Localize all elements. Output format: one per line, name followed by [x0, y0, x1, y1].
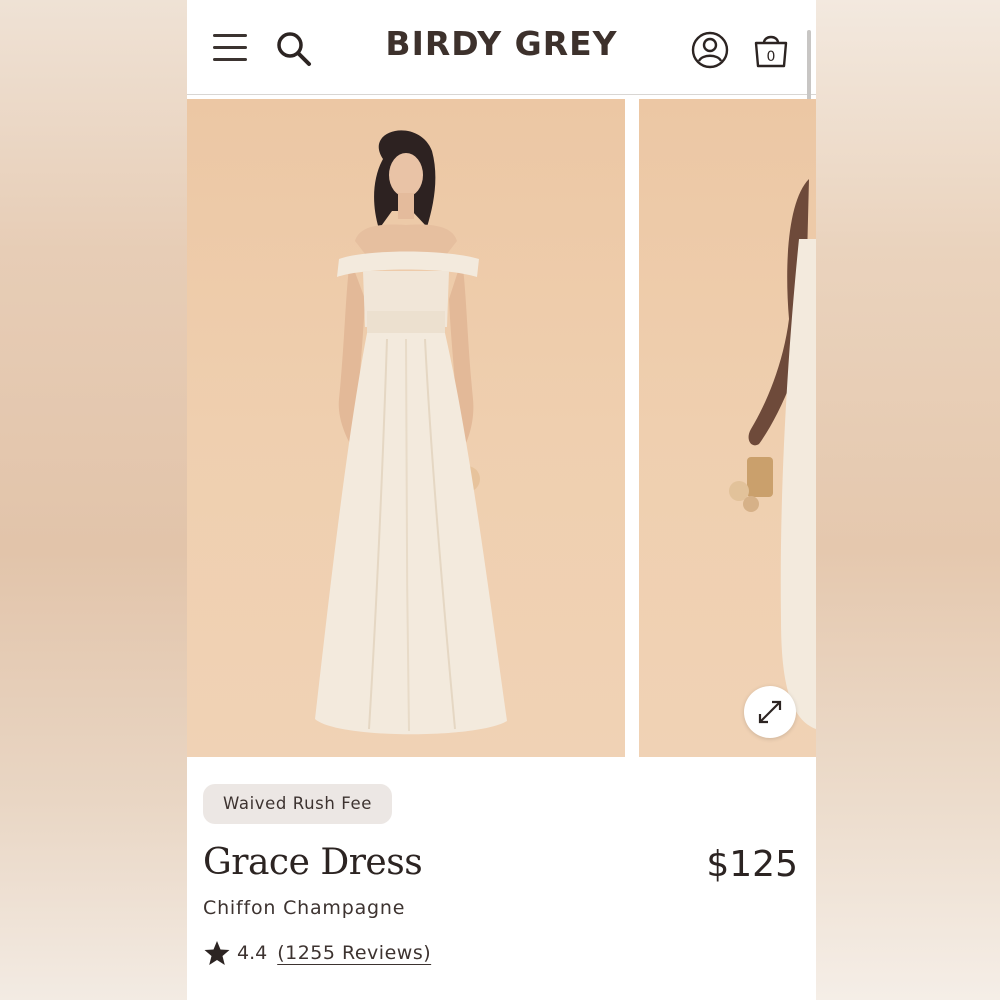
- shopping-bag-icon[interactable]: 0: [752, 30, 790, 70]
- top-navigation-bar: BIRDY GREY 0: [187, 0, 816, 145]
- rush-fee-badge: Waived Rush Fee: [203, 784, 392, 824]
- product-image-front[interactable]: [187, 99, 625, 757]
- reviews-link[interactable]: (1255 Reviews): [277, 942, 431, 964]
- mobile-screen: BIRDY GREY 0 Waived Rush Fee Grace Dress…: [187, 0, 816, 1000]
- expand-button[interactable]: [744, 686, 796, 738]
- blurred-background-left: [0, 0, 187, 1000]
- star-icon: [204, 941, 230, 965]
- menu-icon[interactable]: [213, 34, 249, 62]
- side-model-illustration: [729, 179, 816, 729]
- brand-logo[interactable]: BIRDY GREY: [355, 24, 648, 63]
- product-color: Chiffon Champagne: [203, 897, 406, 919]
- search-icon[interactable]: [275, 30, 313, 68]
- blurred-background-right: [816, 0, 1000, 1000]
- bag-count: 0: [767, 49, 776, 65]
- rating-value: 4.4: [237, 942, 268, 964]
- product-image-gallery[interactable]: [187, 99, 816, 757]
- product-price: $125: [706, 844, 798, 885]
- product-image-side[interactable]: [639, 99, 816, 757]
- dress-model-illustration: [315, 130, 507, 735]
- expand-icon: [758, 700, 782, 724]
- account-icon[interactable]: [690, 30, 730, 70]
- product-title: Grace Dress: [203, 842, 423, 883]
- rating-row: 4.4 (1255 Reviews): [203, 938, 431, 968]
